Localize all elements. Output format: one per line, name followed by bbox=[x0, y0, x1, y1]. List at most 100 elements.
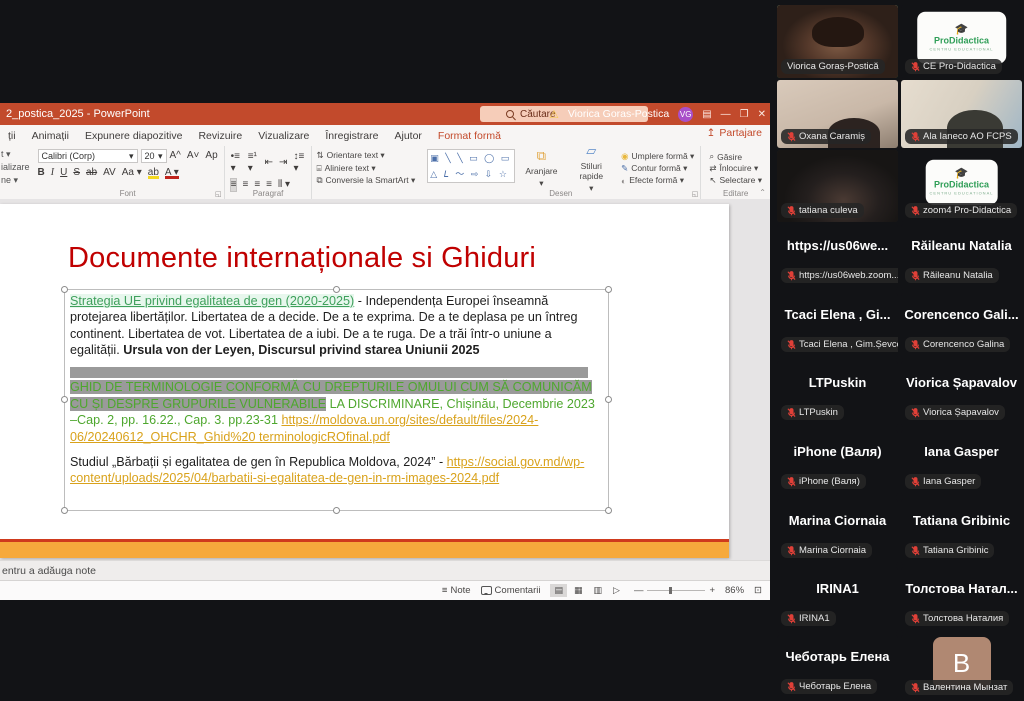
ribbon-icon[interactable]: ⇥ bbox=[279, 157, 287, 169]
ribbon-tab[interactable]: Expunere diapozitive bbox=[77, 130, 190, 142]
selection-handle[interactable] bbox=[605, 396, 612, 403]
dialog-launcher-icon[interactable]: ◱ bbox=[215, 190, 222, 198]
arrange-button[interactable]: ⧉ Aranjare▾ bbox=[521, 149, 561, 187]
smartart-button[interactable]: ⧉Conversie la SmartArt ▾ bbox=[316, 175, 415, 186]
find-button[interactable]: ⌕Găsire bbox=[709, 151, 762, 162]
participant-tile[interactable]: Oxana Caramiș bbox=[777, 80, 898, 148]
ribbon-icon[interactable]: U bbox=[60, 167, 67, 179]
aliniere-text-button[interactable]: ⌸Aliniere text ▾ bbox=[316, 163, 415, 174]
close-button[interactable]: ✕ bbox=[758, 109, 766, 120]
hyperlink[interactable]: Strategia UE privind egalitatea de gen (… bbox=[70, 294, 354, 308]
participant-name: LTPuskin bbox=[777, 375, 898, 390]
font-name-combobox[interactable]: Calibri (Corp)▾ bbox=[38, 149, 138, 163]
fit-to-window-icon[interactable]: ⊡ bbox=[754, 585, 762, 596]
participant-tile[interactable]: https://us06we...https://us06web.zoom...… bbox=[777, 224, 898, 290]
participant-tile[interactable]: IRINA1IRINA1 bbox=[777, 567, 898, 633]
view-mode-button[interactable]: ▥ bbox=[590, 584, 607, 597]
ribbon-icon[interactable]: ↕≡ ▾ bbox=[293, 151, 305, 175]
replace-button[interactable]: ⇄Înlocuire ▾ bbox=[709, 163, 762, 174]
shapes-gallery[interactable]: ▣ ╲ ╲ ▭ ◯ ▭ △ 𝘓 ～ ⇨ ⇩ ☆ bbox=[427, 149, 515, 183]
warning-icon: ⚠ bbox=[549, 108, 559, 121]
slide-body-text[interactable]: Strategia UE privind egalitatea de gen (… bbox=[70, 293, 604, 496]
selection-handle[interactable] bbox=[605, 507, 612, 514]
shape-fill-button[interactable]: ◉Umplere formă ▾ bbox=[621, 151, 694, 162]
selection-handle[interactable] bbox=[61, 286, 68, 293]
participant-tile[interactable]: iPhone (Валя)iPhone (Валя) bbox=[777, 430, 898, 496]
avatar[interactable]: VG bbox=[678, 107, 693, 122]
shape-outline-button[interactable]: ✎Contur formă ▾ bbox=[621, 163, 694, 174]
zoom-level[interactable]: 86% bbox=[725, 585, 744, 596]
slide-title[interactable]: Documente internaționale si Ghiduri bbox=[68, 242, 536, 275]
view-mode-button[interactable]: ▷ bbox=[609, 584, 624, 597]
ribbon-icon[interactable]: Aa ▾ bbox=[122, 167, 142, 179]
ribbon-tab[interactable]: ții bbox=[0, 130, 24, 142]
search-icon bbox=[506, 110, 514, 118]
ribbon-icon[interactable]: ≡¹ ▾ bbox=[248, 151, 259, 175]
shared-screen-powerpoint: 2_postica_2025 - PowerPoint Căutare ⚠ Vi… bbox=[0, 103, 770, 600]
select-button[interactable]: ↖Selectare ▾ bbox=[709, 175, 762, 186]
zoom-out-button[interactable]: — bbox=[634, 585, 644, 596]
selection-handle[interactable] bbox=[333, 286, 340, 293]
participant-tile[interactable]: Viorica ȘapavalovViorica Șapavalov bbox=[901, 361, 1022, 427]
participant-tile[interactable]: BВалентина Мынзат bbox=[901, 635, 1022, 699]
participant-tile[interactable]: Чеботарь ЕленаЧеботарь Елена bbox=[777, 635, 898, 699]
ribbon-icon[interactable]: ab bbox=[148, 167, 159, 179]
view-mode-button[interactable]: ▤ bbox=[550, 584, 567, 597]
zoom-slider-thumb[interactable] bbox=[669, 587, 672, 594]
participant-tile[interactable]: 🎓ProDidacticaCENTRU EDUCATIONALCE Pro-Di… bbox=[901, 5, 1022, 78]
participant-tile[interactable]: LTPuskinLTPuskin bbox=[777, 361, 898, 427]
view-mode-button[interactable]: ▦ bbox=[570, 584, 587, 597]
ribbon-icon[interactable]: ⇤ bbox=[265, 157, 273, 169]
selection-handle[interactable] bbox=[61, 396, 68, 403]
zoom-slider[interactable]: — + bbox=[634, 585, 715, 596]
shapes-row: △ 𝘓 ～ ⇨ ⇩ ☆ bbox=[430, 167, 512, 180]
comments-toggle-button[interactable]: Comentarii bbox=[481, 585, 541, 596]
participant-tile[interactable]: Tatiana GribinicTatiana Gribinic bbox=[901, 499, 1022, 565]
ribbon-tab[interactable]: Ajutor bbox=[386, 130, 429, 142]
ribbon-tab[interactable]: Animații bbox=[24, 130, 77, 142]
notes-toggle-button[interactable]: ≡Note bbox=[442, 585, 471, 596]
slide[interactable]: Documente internaționale si Ghiduri Stra… bbox=[0, 204, 729, 558]
selection-handle[interactable] bbox=[333, 507, 340, 514]
ribbon-icon[interactable]: •≡ ▾ bbox=[231, 151, 242, 175]
share-button[interactable]: ↥ Partajare bbox=[707, 127, 762, 139]
account-user-name[interactable]: Viorica Goras-Postica bbox=[568, 108, 669, 120]
restore-button[interactable]: ❐ bbox=[740, 109, 749, 120]
muted-mic-icon bbox=[787, 408, 796, 418]
participant-tile[interactable]: 🎓ProDidacticaCENTRU EDUCATIONALzoom4 Pro… bbox=[901, 150, 1022, 222]
ribbon-icon[interactable]: A˅ bbox=[187, 150, 200, 162]
ribbon-tab[interactable]: Revizuire bbox=[190, 130, 250, 142]
ribbon-icon[interactable]: B bbox=[38, 167, 45, 179]
ribbon-icon[interactable]: AV bbox=[103, 167, 116, 179]
collapse-ribbon-icon[interactable]: ⌃ bbox=[759, 188, 766, 197]
zoom-in-button[interactable]: + bbox=[709, 585, 715, 596]
ribbon-icon[interactable]: Ap bbox=[205, 150, 217, 162]
selection-handle[interactable] bbox=[605, 286, 612, 293]
ribbon-tab-active[interactable]: Format formă bbox=[430, 130, 509, 142]
participant-tile[interactable]: Толстова Натал...Толстова Наталия bbox=[901, 567, 1022, 633]
participant-tile[interactable]: Corencenco Gali...Corencenco Galina bbox=[901, 293, 1022, 359]
ribbon-icon[interactable]: S bbox=[73, 167, 80, 179]
participant-tile[interactable]: Tcaci Elena , Gi...Tcaci Elena , Gim.Șev… bbox=[777, 293, 898, 359]
font-size-combobox[interactable]: 20▾ bbox=[141, 149, 167, 163]
participant-tile[interactable]: tatiana culeva bbox=[777, 150, 898, 222]
participant-tile[interactable]: Viorica Goraș-Postică bbox=[777, 5, 898, 78]
ribbon-icon[interactable]: A^ bbox=[170, 150, 181, 162]
participant-tile[interactable]: Ala Ianeco AO FCPS bbox=[901, 80, 1022, 148]
quick-styles-button[interactable]: ▱ Stiluri rapide▾ bbox=[568, 149, 616, 187]
ribbon-icon[interactable]: A ▾ bbox=[165, 167, 179, 179]
participant-tile[interactable]: Răileanu NataliaRăileanu Natalia bbox=[901, 224, 1022, 290]
orientare-text-button[interactable]: ⇅Orientare text ▾ bbox=[316, 150, 415, 161]
minimize-button[interactable]: — bbox=[721, 109, 731, 120]
dialog-launcher-icon[interactable]: ◱ bbox=[692, 190, 699, 198]
participant-tile[interactable]: Iana GasperIana Gasper bbox=[901, 430, 1022, 496]
shape-effects-button[interactable]: ◐Efecte formă ▾ bbox=[621, 175, 694, 186]
ribbon-tab[interactable]: Înregistrare bbox=[317, 130, 386, 142]
notes-pane[interactable]: entru a adăuga note bbox=[0, 560, 770, 580]
participant-tile[interactable]: Marina CiornaiaMarina Ciornaia bbox=[777, 499, 898, 565]
ribbon-display-icon[interactable]: ▤ bbox=[702, 109, 711, 120]
ribbon-icon[interactable]: ab bbox=[86, 167, 97, 179]
ribbon-icon[interactable]: I bbox=[51, 167, 54, 179]
selection-handle[interactable] bbox=[61, 507, 68, 514]
ribbon-tab[interactable]: Vizualizare bbox=[250, 130, 317, 142]
